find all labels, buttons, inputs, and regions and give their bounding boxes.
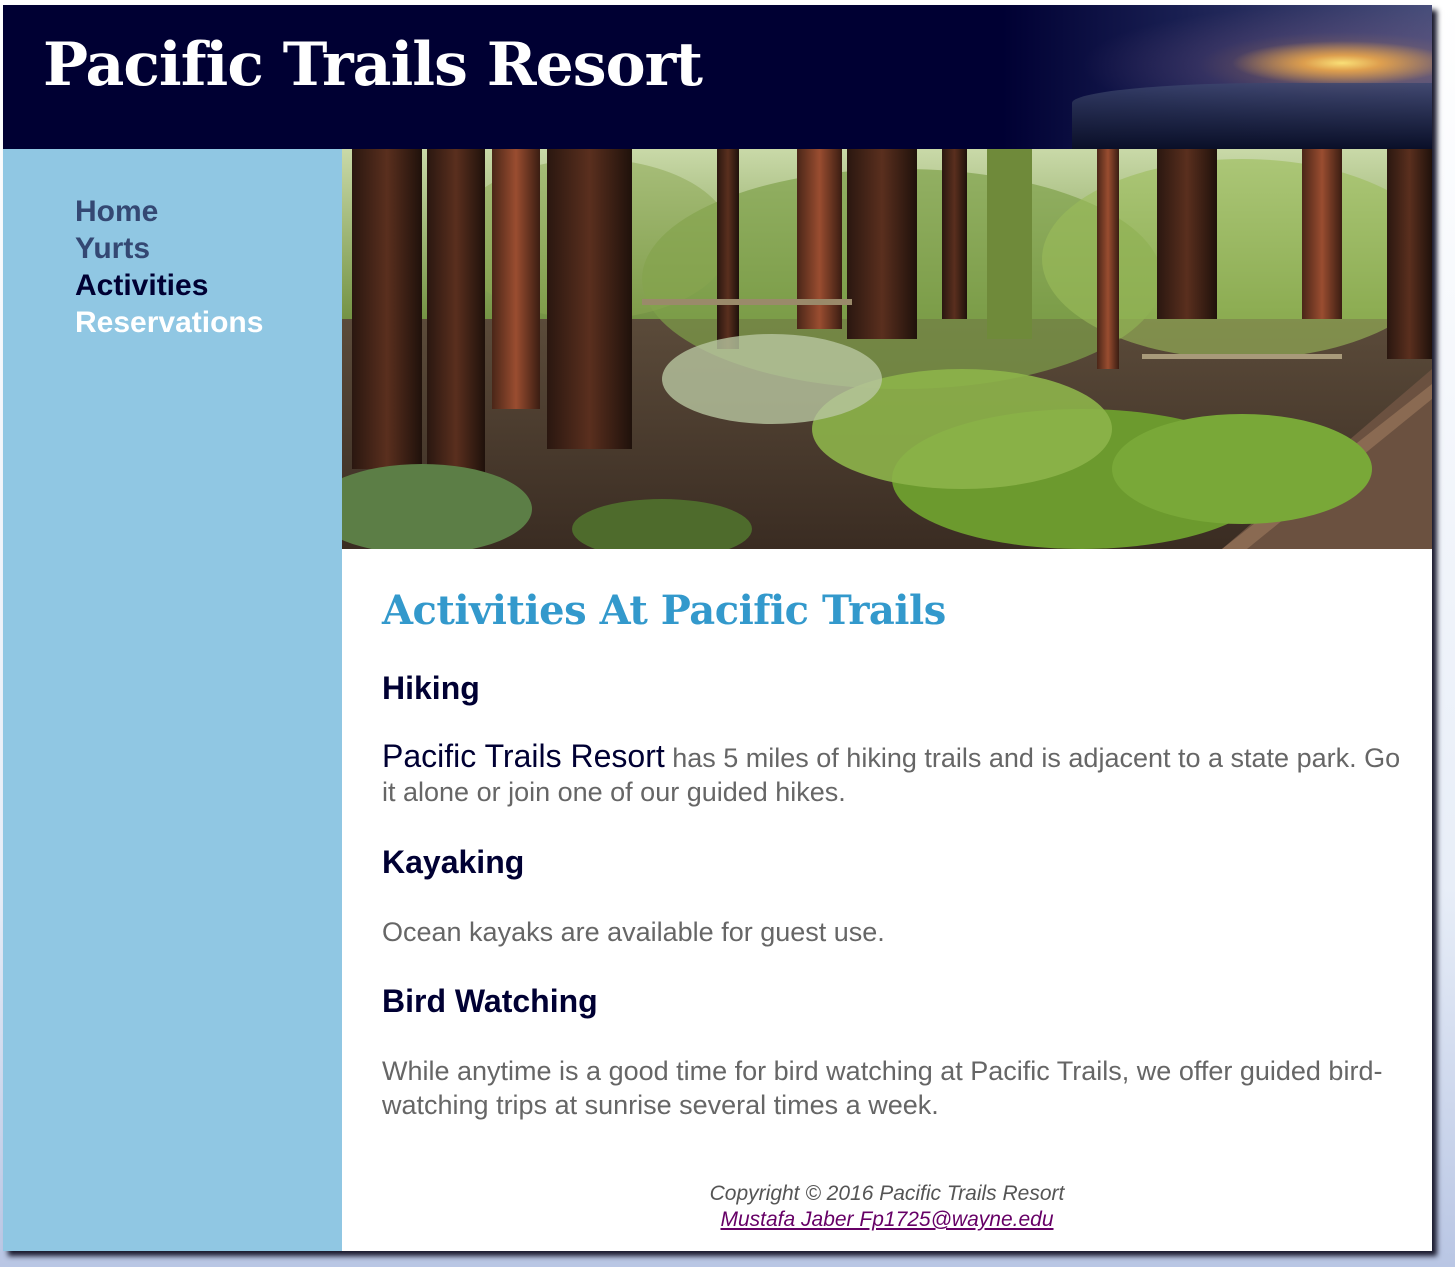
nav-item-yurts: Yurts [75,230,342,267]
nav-link-yurts[interactable]: Yurts [75,232,150,265]
content-area: Activities At Pacific Trails Hiking Paci… [382,549,1402,1122]
section-heading-hiking: Hiking [382,670,480,706]
site-header: Pacific Trails Resort [3,5,1432,149]
page-title: Activities At Pacific Trails [382,587,946,634]
main-content: Activities At Pacific Trails Hiking Paci… [342,149,1432,1251]
resort-name: Pacific Trails Resort [382,738,665,774]
nav-link-home[interactable]: Home [75,195,158,228]
section-text-hiking: Pacific Trails Resort has 5 miles of hik… [382,739,1402,809]
site-footer: Copyright © 2016 Pacific Trails Resort M… [342,1181,1432,1233]
nav-link-activities[interactable]: Activities [75,269,208,302]
main-nav: Home Yurts Activities Reservations [3,149,342,341]
section-text-bird-watching: While anytime is a good time for bird wa… [382,1056,1383,1120]
nav-item-activities: Activities [75,267,342,304]
nav-item-home: Home [75,193,342,230]
nav-item-reservations: Reservations [75,304,342,341]
hero-image-forest [342,149,1432,549]
page-wrapper: Pacific Trails Resort Home Yurts Activit… [3,5,1432,1251]
section-heading-kayaking: Kayaking [382,844,525,880]
site-title: Pacific Trails Resort [43,30,703,100]
section-text-kayaking: Ocean kayaks are available for guest use… [382,917,885,947]
nav-link-reservations[interactable]: Reservations [75,306,263,339]
header-sea-image [1072,83,1432,149]
section-heading-bird-watching: Bird Watching [382,983,598,1019]
contact-email-link[interactable]: Mustafa Jaber Fp1725@wayne.edu [720,1208,1053,1231]
copyright-text: Copyright © 2016 Pacific Trails Resort [709,1182,1065,1205]
